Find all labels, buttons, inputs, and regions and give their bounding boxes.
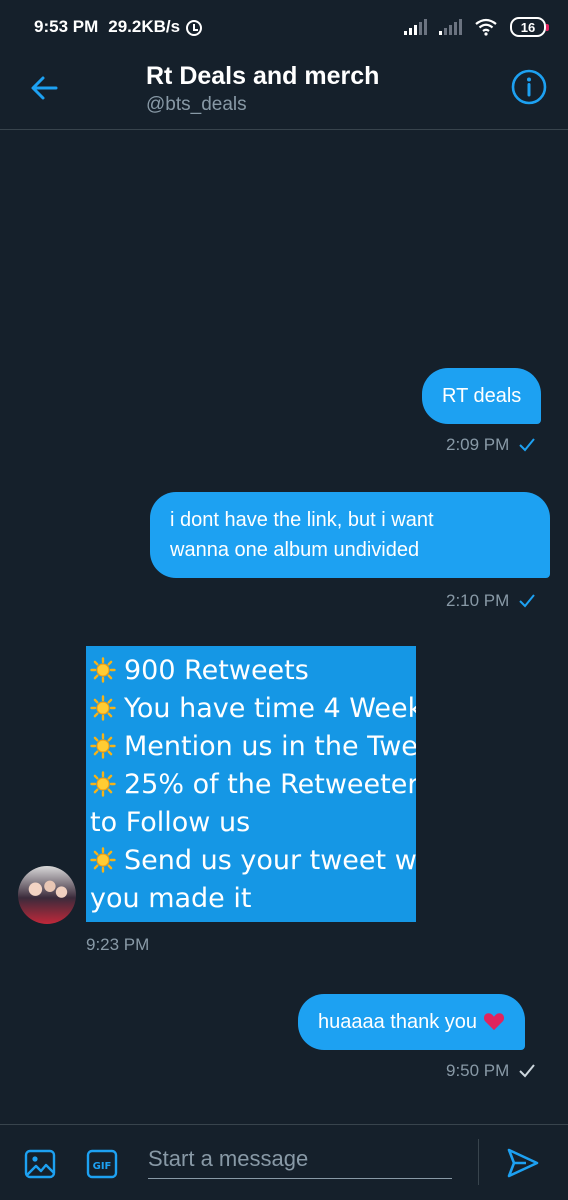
sun-emoji-icon [90, 695, 116, 721]
gif-icon[interactable]: GIF [86, 1149, 118, 1179]
message-line-text: You have time 4 Week [124, 693, 416, 724]
sun-emoji-icon [90, 771, 116, 797]
incoming-image-message[interactable]: 900 Retweets You have time 4 Week Mentio… [86, 646, 416, 922]
message-line: Send us your tweet w [90, 842, 416, 880]
sun-emoji-icon [90, 733, 116, 759]
message-line-text: 900 Retweets [124, 655, 309, 686]
send-icon[interactable] [506, 1147, 540, 1179]
message-line-text: to Follow us [90, 807, 251, 838]
message-text: RT deals [442, 385, 522, 407]
message-line-text: you made it [90, 883, 252, 914]
status-bar: 9:53 PM 29.2KB/s 16 [0, 0, 568, 54]
sent-check-icon [519, 594, 536, 608]
conversation-title: Rt Deals and merch [146, 62, 380, 90]
outgoing-message[interactable]: i dont have the link, but i want wanna o… [150, 492, 550, 578]
message-line: 900 Retweets [90, 652, 416, 690]
battery-level: 16 [520, 19, 536, 35]
alarm-icon [186, 20, 203, 36]
message-line: to Follow us [90, 804, 416, 842]
message-meta: 9:23 PM [86, 935, 149, 955]
outgoing-message[interactable]: RT deals [422, 368, 542, 424]
message-line-text: Send us your tweet w [124, 845, 416, 876]
wifi-icon [475, 18, 497, 36]
status-time: 9:53 PM [34, 17, 99, 36]
message-time: 2:09 PM [446, 435, 510, 454]
heart-icon [483, 1013, 504, 1031]
sun-emoji-icon [90, 657, 116, 683]
message-composer: GIF [0, 1124, 568, 1200]
conversation-handle: @bts_deals [146, 94, 247, 115]
network-speed: 29.2KB/s [108, 17, 181, 36]
message-text-line: wanna one album undivided [170, 539, 420, 561]
back-arrow-icon[interactable] [26, 70, 62, 106]
message-line-text: Mention us in the Twe [124, 731, 416, 762]
composer-divider [478, 1139, 479, 1185]
message-time: 9:23 PM [86, 935, 150, 954]
message-line: Mention us in the Twe [90, 728, 416, 766]
sender-avatar[interactable] [18, 866, 76, 924]
read-check-icon [519, 1064, 536, 1078]
message-text-line: i dont have the link, but i want [170, 509, 434, 531]
message-time: 2:10 PM [446, 591, 510, 610]
message-line: 25% of the Retweeter [90, 766, 416, 804]
message-meta: 2:10 PM [446, 591, 536, 611]
message-line: You have time 4 Week [90, 690, 416, 728]
message-input[interactable] [148, 1139, 452, 1179]
svg-text:GIF: GIF [93, 1161, 112, 1172]
sent-check-icon [519, 438, 536, 452]
sun-emoji-icon [90, 847, 116, 873]
outgoing-message[interactable]: huaaaa thank you [298, 994, 525, 1050]
signal-icon [404, 19, 427, 35]
conversation-header: Rt Deals and merch @bts_deals [0, 54, 568, 130]
message-text: huaaaa thank you [318, 1011, 478, 1033]
message-line-text: 25% of the Retweeter [124, 769, 416, 800]
message-line: you made it [90, 880, 416, 918]
message-meta: 2:09 PM [446, 435, 536, 455]
info-icon[interactable] [510, 68, 548, 106]
image-icon[interactable] [24, 1149, 56, 1179]
signal-icon-2 [439, 19, 462, 35]
message-meta: 9:50 PM [446, 1061, 536, 1081]
battery-icon: 16 [510, 17, 549, 37]
message-time: 9:50 PM [446, 1061, 510, 1080]
